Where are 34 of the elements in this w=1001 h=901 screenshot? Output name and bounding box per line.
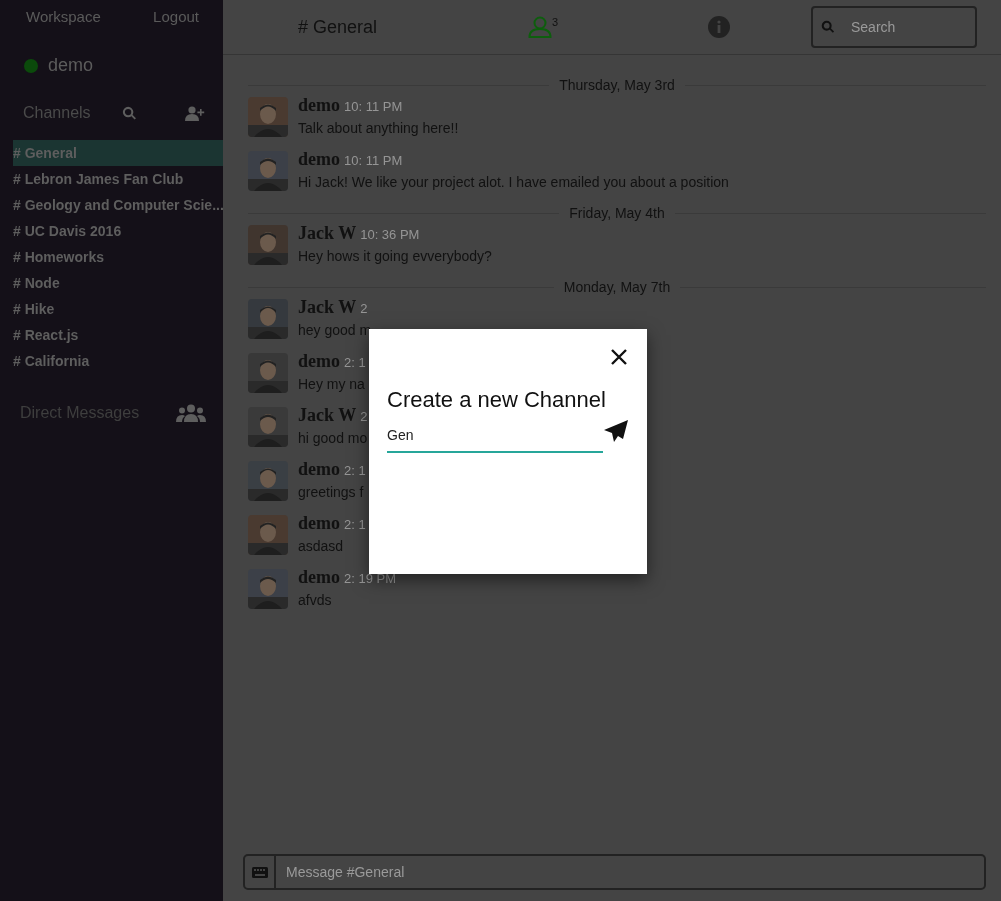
message-time: 2 [360, 409, 368, 424]
message-time: 10: 11 PM [344, 99, 403, 114]
close-icon[interactable] [609, 347, 629, 367]
message-field[interactable]: Message #General [276, 854, 986, 890]
users-icon[interactable] [176, 404, 206, 422]
channel-item[interactable]: # Hike [13, 296, 223, 322]
channel-item[interactable]: # React.js [13, 322, 223, 348]
user-name: demo [48, 55, 94, 76]
search-icon[interactable] [122, 105, 137, 121]
channel-item[interactable]: # Geology and Computer Scie... [13, 192, 223, 218]
message-time: 2: 19 PM [344, 571, 397, 586]
channel-item[interactable]: # Lebron James Fan Club [13, 166, 223, 192]
message-time: 10: 36 PM [360, 227, 420, 242]
channel-item[interactable]: # Homeworks [13, 244, 223, 270]
search-field[interactable]: Search [811, 6, 977, 48]
channel-item[interactable]: # UC Davis 2016 [13, 218, 223, 244]
dialog-title: Create a new Channel [387, 387, 607, 413]
nav-link[interactable]: Logout [153, 8, 199, 25]
channel-item[interactable]: # California [13, 348, 223, 374]
message-time: 10: 11 PM [344, 153, 403, 168]
channel-item[interactable]: # General [13, 140, 223, 166]
message-time: 2: 1 [344, 463, 366, 478]
add-user-icon[interactable] [185, 105, 205, 121]
search-icon [821, 20, 835, 34]
channels-heading: Channels [23, 104, 92, 122]
info-icon[interactable] [708, 16, 730, 38]
nav-link[interactable]: Workspace [26, 8, 101, 25]
channel-item[interactable]: # Node [13, 270, 223, 296]
message-time: 2: 1 [344, 355, 366, 370]
message-time: 2 [360, 301, 368, 316]
message-time: 2: 1 [344, 517, 366, 532]
keyboard-icon [251, 866, 268, 878]
send-icon[interactable] [603, 419, 629, 443]
keyboard-button[interactable] [243, 854, 276, 890]
